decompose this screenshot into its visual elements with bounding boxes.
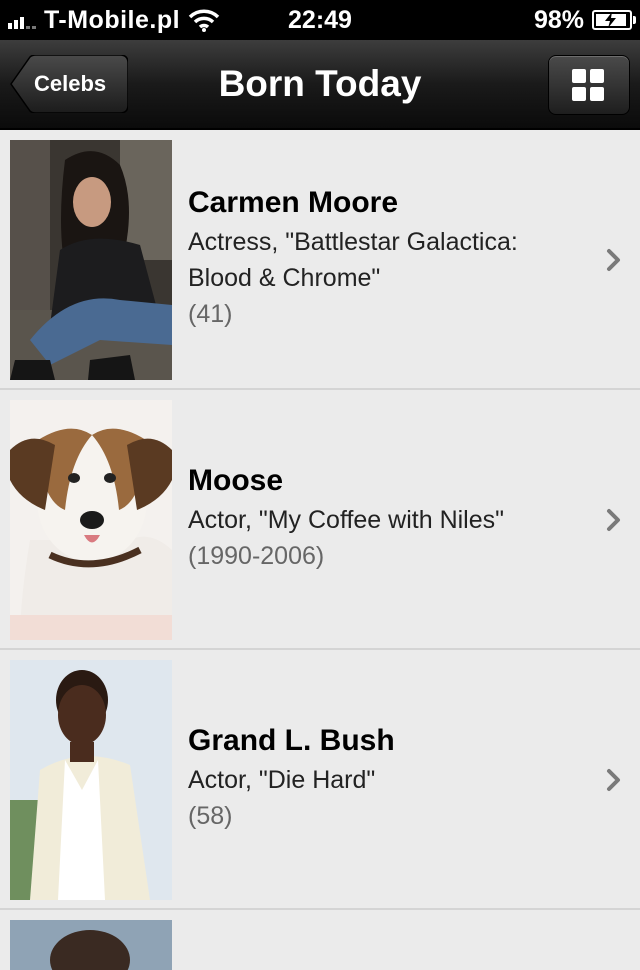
grid-view-button[interactable]: [548, 55, 630, 115]
list-item-info: Moose Actor, "My Coffee with Niles" (199…: [188, 390, 588, 648]
celebrity-name: Moose: [188, 464, 284, 497]
grid-icon: [572, 69, 586, 83]
chevron-right-icon: [607, 769, 620, 791]
list-item-info: Grand L. Bush Actor, "Die Hard" (58): [188, 650, 588, 908]
celebrity-list: Carmen Moore Actress, "Battlestar Galact…: [0, 130, 640, 970]
celebrity-photo: [10, 140, 172, 380]
list-item[interactable]: [0, 910, 640, 970]
chevron-right-icon: [607, 249, 620, 271]
list-item[interactable]: Grand L. Bush Actor, "Die Hard" (58): [0, 650, 640, 910]
celebrity-name: Carmen Moore: [188, 186, 399, 219]
list-item-info: Carmen Moore Actress, "Battlestar Galact…: [188, 130, 588, 388]
celebrity-role: Actor, "My Coffee with Niles": [188, 506, 505, 534]
celebrity-photo: [10, 660, 172, 900]
list-item[interactable]: Carmen Moore Actress, "Battlestar Galact…: [0, 130, 640, 390]
celebrity-role: Actress, "Battlestar Galactica: Blood & …: [188, 228, 518, 292]
celebrity-name: Grand L. Bush: [188, 724, 395, 757]
status-right: 98%: [533, 4, 636, 36]
celebrity-role: Actor, "Die Hard": [188, 766, 376, 794]
page-title: Born Today: [218, 63, 422, 104]
chevron-right-icon: [607, 509, 620, 531]
battery-percent: 98%: [533, 5, 584, 34]
celebrity-years: (1990-2006): [188, 542, 325, 570]
battery-charging-icon: [592, 10, 636, 30]
celebrity-age: (58): [188, 802, 233, 830]
status-bar: T-Mobile.pl 22:49 98%: [0, 0, 640, 40]
list-item[interactable]: Moose Actor, "My Coffee with Niles" (199…: [0, 390, 640, 650]
celebrity-photo: [10, 920, 172, 970]
celebrity-photo: [10, 400, 172, 640]
navigation-bar: Celebs Born Today: [0, 40, 640, 130]
celebrity-age: (41): [188, 300, 233, 328]
